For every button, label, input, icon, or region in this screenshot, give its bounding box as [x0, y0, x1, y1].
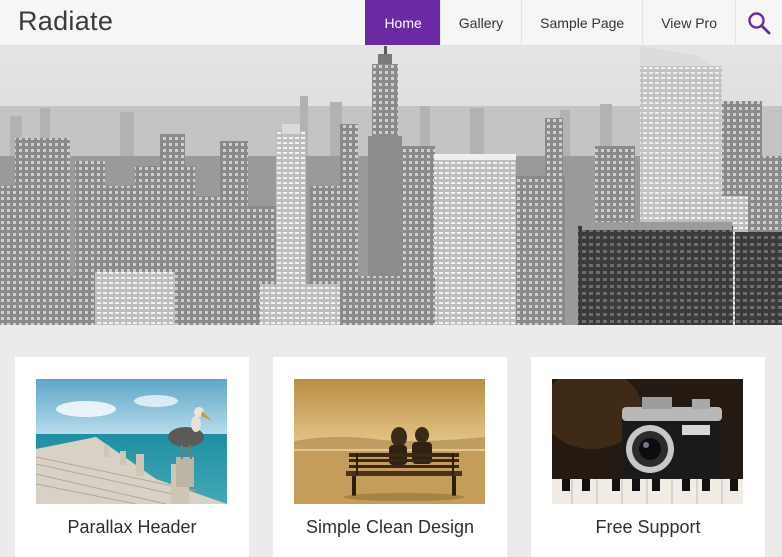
- nav-item-home[interactable]: Home: [365, 0, 440, 45]
- feature-title[interactable]: Simple Clean Design: [273, 517, 507, 538]
- main-nav: Home Gallery Sample Page View Pro: [365, 0, 782, 45]
- site-logo[interactable]: Radiate: [18, 6, 113, 37]
- vintage-camera-photo[interactable]: [552, 379, 743, 504]
- nav-item-view-pro[interactable]: View Pro: [642, 0, 735, 45]
- hero-header-image: [0, 46, 782, 325]
- search-icon: [748, 11, 771, 34]
- feature-title[interactable]: Free Support: [531, 517, 765, 538]
- search-button[interactable]: [735, 0, 782, 45]
- nav-item-gallery[interactable]: Gallery: [439, 0, 521, 45]
- nav-item-sample-page[interactable]: Sample Page: [521, 0, 642, 45]
- couple-on-bench-photo[interactable]: [294, 379, 485, 504]
- city-skyline-illustration: [0, 46, 782, 325]
- site-header: Radiate Home Gallery Sample Page View Pr…: [0, 0, 782, 46]
- feature-card-free-support[interactable]: Free Support: [531, 357, 765, 557]
- pelican-on-pier-photo[interactable]: [36, 379, 227, 504]
- feature-title[interactable]: Parallax Header: [15, 517, 249, 538]
- feature-card-simple-clean-design[interactable]: Simple Clean Design: [273, 357, 507, 557]
- feature-card-parallax-header[interactable]: Parallax Header: [15, 357, 249, 557]
